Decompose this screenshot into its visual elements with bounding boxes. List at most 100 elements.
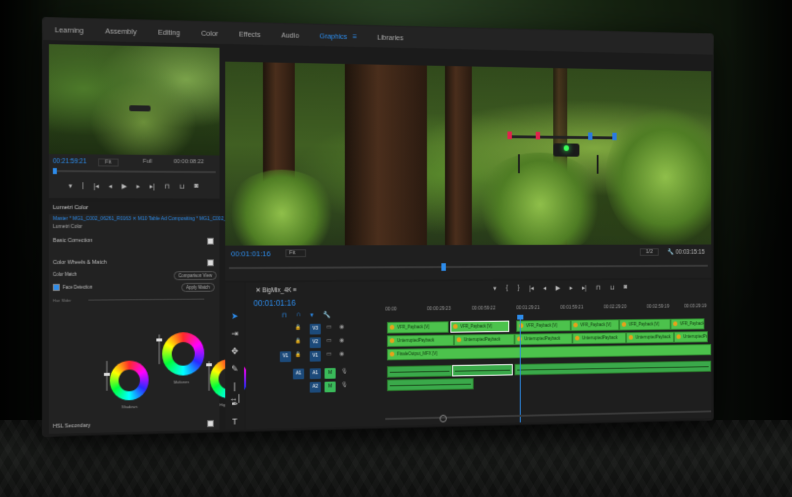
clip-v3[interactable]: VFR_Payback [V] xyxy=(670,318,705,330)
eye-icon[interactable]: ◉ xyxy=(339,338,343,344)
clip-v3[interactable]: VFR_Payback [V] xyxy=(516,319,571,332)
clip-v2[interactable]: UnterruptedPayback xyxy=(453,333,515,346)
clip-v3[interactable]: VFR_Payback [V] xyxy=(387,321,449,334)
tab-effects[interactable]: Effects xyxy=(239,29,260,38)
program-timecode[interactable]: 00:01:01:16 xyxy=(231,249,271,258)
clip-v3[interactable]: VFR_Payback [V] xyxy=(570,319,620,332)
tab-color[interactable]: Color xyxy=(201,28,218,37)
audio-clip-a2[interactable] xyxy=(387,377,474,392)
selection-tool-icon[interactable]: ➤ xyxy=(229,310,240,322)
insert-icon[interactable]: ⊓ xyxy=(164,183,169,191)
slip-tool-icon[interactable]: |↔| xyxy=(229,380,240,403)
source-patch-v1[interactable]: V1 xyxy=(279,351,292,363)
hamburger-icon[interactable]: ≡ xyxy=(353,32,357,41)
play-icon[interactable]: ▶ xyxy=(122,182,127,190)
eye-icon[interactable]: ◉ xyxy=(339,324,343,330)
lock-icon[interactable]: 🔒 xyxy=(295,325,301,331)
camera-icon[interactable]: ◙ xyxy=(194,183,198,191)
tab-graphics[interactable]: Graphics xyxy=(320,31,348,40)
microphone-icon[interactable]: 🎙 xyxy=(341,369,347,375)
lumetri-title[interactable]: Lumetri Color xyxy=(48,202,220,215)
go-to-in-icon[interactable]: |◂ xyxy=(94,182,99,190)
lock-icon[interactable]: 🔒 xyxy=(295,339,301,345)
sync-lock-icon[interactable]: ▭ xyxy=(326,325,331,331)
type-tool-icon[interactable]: T xyxy=(229,416,240,428)
face-detection-toggle[interactable]: Face Detection xyxy=(52,283,92,291)
track-target-v1[interactable]: V1 xyxy=(309,350,321,362)
face-detection-checkbox[interactable] xyxy=(52,283,60,291)
hsl-secondary-checkbox[interactable] xyxy=(207,420,214,428)
lock-icon[interactable]: 🔒 xyxy=(295,352,301,358)
tab-audio[interactable]: Audio xyxy=(281,30,299,39)
midtones-slider[interactable] xyxy=(156,334,163,365)
clip-v3-selected[interactable]: VFR_Payback [V] xyxy=(450,320,510,333)
tab-assembly[interactable]: Assembly xyxy=(105,26,137,36)
hue-slider[interactable] xyxy=(88,298,205,301)
shadows-slider[interactable] xyxy=(103,360,110,391)
basic-correction-checkbox[interactable] xyxy=(207,237,214,245)
track-target-v2[interactable]: V2 xyxy=(309,337,321,349)
tab-libraries[interactable]: Libraries xyxy=(377,32,403,41)
program-fit-select[interactable]: Fit xyxy=(285,249,306,258)
time-ruler[interactable]: 00:00 00:00:29:23 00:00:59:22 00:01:29:2… xyxy=(385,304,711,319)
audio-clip-a1-selected[interactable] xyxy=(452,364,513,377)
snap-icon[interactable]: ⊓ xyxy=(282,312,287,319)
mark-out-icon[interactable]: } xyxy=(518,285,520,293)
source-patch-a1[interactable]: A1 xyxy=(292,368,305,380)
marker-icon[interactable]: ▾ xyxy=(493,285,496,293)
clip-v2[interactable]: UnterruptedPayback xyxy=(673,331,708,343)
source-scrubber[interactable] xyxy=(52,168,216,175)
ripple-edit-tool-icon[interactable]: ✥ xyxy=(229,345,240,357)
shadows-wheel[interactable] xyxy=(109,360,149,401)
midtones-slider-handle[interactable] xyxy=(156,338,163,342)
lumetri-preset[interactable]: Lumetri Color xyxy=(53,224,83,230)
apply-match-button[interactable]: Apply Match xyxy=(181,282,215,292)
step-back-icon[interactable]: ◂ xyxy=(109,182,112,190)
source-resolution-select[interactable]: Full xyxy=(143,159,152,165)
source-playhead[interactable] xyxy=(52,168,57,175)
go-to-out-icon[interactable]: ▸| xyxy=(150,183,155,191)
clip-v2[interactable]: UnterruptedPayback xyxy=(572,332,627,345)
clip-v3[interactable]: VFR_Payback [V] xyxy=(619,318,671,331)
clip-v2[interactable]: UnterruptedPayback xyxy=(514,332,573,346)
program-scrubber[interactable] xyxy=(228,263,708,271)
sync-lock-icon[interactable]: ▭ xyxy=(326,352,331,358)
settings-icon[interactable]: 🔧 xyxy=(323,311,331,319)
source-fit-select[interactable]: Fit xyxy=(98,158,119,167)
play-icon[interactable]: ▶ xyxy=(556,284,560,292)
eye-icon[interactable]: ◉ xyxy=(339,351,343,357)
track-target-v3[interactable]: V3 xyxy=(309,323,321,335)
audio-clip-a1[interactable] xyxy=(387,365,453,378)
timeline-timecode[interactable]: 00:01:01:16 xyxy=(254,298,296,308)
program-resolution-select[interactable]: 1/2 xyxy=(639,248,659,256)
add-marker-icon[interactable]: ▾ xyxy=(310,311,313,319)
mute-button-a2[interactable]: M xyxy=(324,381,336,393)
pen-tool-icon[interactable]: ✒ xyxy=(229,398,240,410)
step-forward-icon[interactable]: ▸ xyxy=(137,182,140,190)
track-target-a1[interactable]: A1 xyxy=(309,368,321,380)
go-to-in-icon[interactable]: |◂ xyxy=(529,284,533,292)
export-frame-icon[interactable]: ◙ xyxy=(624,284,627,291)
microphone-icon[interactable]: 🎙 xyxy=(341,382,347,388)
midtones-wheel[interactable] xyxy=(162,331,205,376)
basic-correction-section[interactable]: Basic Correction xyxy=(53,238,93,244)
scroll-handle[interactable] xyxy=(439,414,447,423)
sync-lock-icon[interactable]: ▭ xyxy=(326,338,331,344)
clip-v2[interactable]: UnterruptedPayback xyxy=(387,334,454,347)
audio-clip-a1[interactable] xyxy=(514,360,712,376)
shadows-slider-handle[interactable] xyxy=(103,372,110,376)
go-to-out-icon[interactable]: ▸| xyxy=(582,284,586,292)
program-playhead[interactable] xyxy=(441,263,447,271)
step-forward-icon[interactable]: ▸ xyxy=(570,284,573,292)
linked-selection-icon[interactable]: ∩ xyxy=(296,311,301,319)
step-back-icon[interactable]: ◂ xyxy=(543,284,546,292)
timeline-playhead[interactable] xyxy=(519,318,521,423)
track-select-tool-icon[interactable]: ⇥ xyxy=(229,328,240,340)
hsl-secondary-section[interactable]: HSL Secondary xyxy=(53,423,91,430)
mark-in-icon[interactable]: { xyxy=(506,285,508,293)
source-timecode[interactable]: 00:21:59:21 xyxy=(53,158,87,165)
color-wheels-section[interactable]: Color Wheels & Match xyxy=(53,260,107,266)
overwrite-icon[interactable]: ⊔ xyxy=(179,183,184,191)
lift-icon[interactable]: ⊓ xyxy=(596,284,600,292)
mark-in-icon[interactable]: ▾ xyxy=(69,182,72,190)
